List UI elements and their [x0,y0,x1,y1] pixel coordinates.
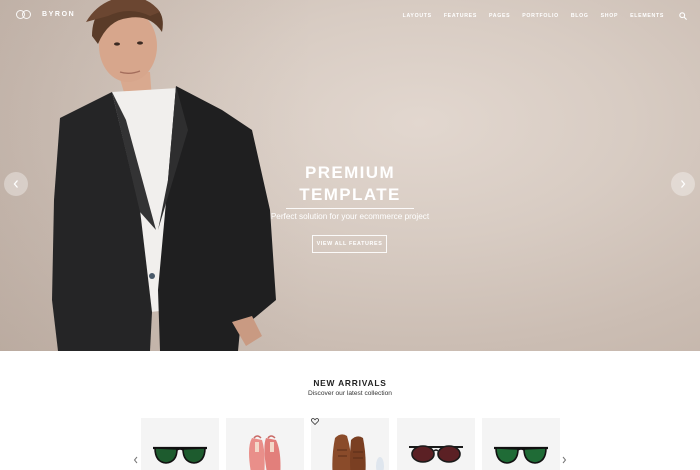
green-sunglasses-image [153,446,207,464]
nav-item-shop[interactable]: SHOP [601,12,619,20]
green-sunglasses-image [494,446,548,464]
hero-slider: BYRON LAYOUTS FEATURES PAGES PORTFOLIO B… [0,0,700,351]
chevron-right-icon [681,180,686,188]
product-card[interactable] [482,418,560,470]
hero-title-line2: TEMPLATE [299,185,401,204]
product-carousel [141,418,561,470]
wishlist-heart-icon[interactable] [311,418,319,425]
hero-title-line1: PREMIUM [304,163,396,182]
chevron-left-icon[interactable] [133,456,139,464]
pink-heels-image [249,435,281,470]
chevron-left-icon [13,180,18,188]
slider-prev-button[interactable] [4,172,28,196]
hero-title: PREMIUM TEMPLATE [250,162,450,206]
chevron-right-icon[interactable] [561,456,567,464]
nav-item-features[interactable]: FEATURES [444,12,477,20]
view-all-features-button[interactable]: VIEW ALL FEATURES [312,235,387,253]
product-card[interactable] [397,418,475,470]
nav-item-portfolio[interactable]: PORTFOLIO [522,12,559,20]
slider-next-button[interactable] [671,172,695,196]
product-card[interactable] [311,418,389,470]
red-sunglasses-image [409,445,463,463]
nav-item-pages[interactable]: PAGES [489,12,510,20]
product-card[interactable] [226,418,304,470]
new-arrivals-title: NEW ARRIVALS [313,378,387,388]
logo-text: BYRON [42,11,76,18]
page: BYRON LAYOUTS FEATURES PAGES PORTFOLIO B… [0,0,700,470]
nav-item-blog[interactable]: BLOG [571,12,589,20]
hero-subtitle: Perfect solution for your ecommerce proj… [270,212,430,221]
new-arrivals-subtitle: Discover our latest collection [308,390,392,397]
logo[interactable]: BYRON [16,10,75,20]
search-icon[interactable] [679,12,687,20]
site-header: BYRON LAYOUTS FEATURES PAGES PORTFOLIO B… [0,0,700,34]
nav-item-layouts[interactable]: LAYOUTS [403,12,432,20]
product-card[interactable] [141,418,219,470]
brown-brogues-image [332,434,384,470]
main-nav: LAYOUTS FEATURES PAGES PORTFOLIO BLOG SH… [391,12,664,20]
logo-mark-icon [16,10,32,20]
hero-divider [286,208,414,209]
nav-item-elements[interactable]: ELEMENTS [630,12,664,20]
